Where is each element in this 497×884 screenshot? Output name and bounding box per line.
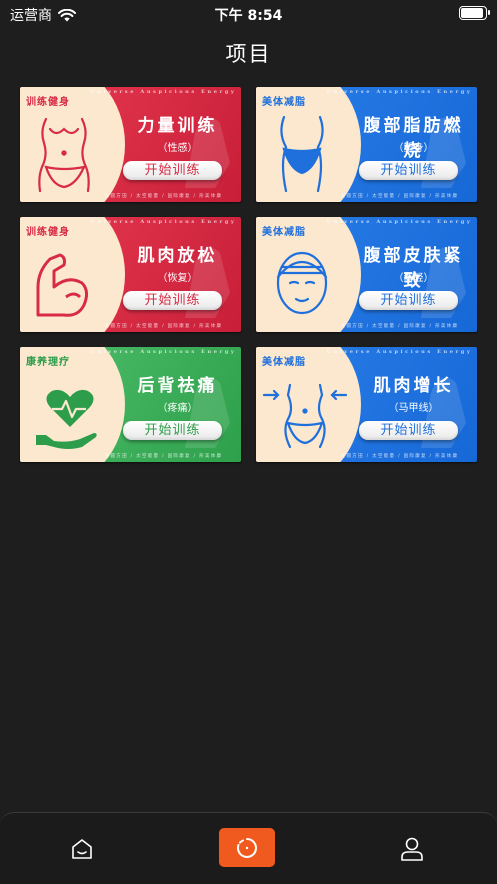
card-back-pain-relief[interactable]: 康养理疗 Universe Auspicious Energy 后背祛痛 （疼痛… — [20, 347, 241, 462]
start-training-button[interactable]: 开始训练 — [359, 421, 458, 440]
card-subtitle: （塑身） — [393, 143, 434, 154]
page-title: 项目 — [225, 42, 272, 66]
tab-training[interactable] — [219, 828, 275, 867]
card-footer: 天圆方田 / 太空能量 / 国际康复 / 形美体康 — [340, 454, 459, 459]
card-title: 肌肉增长 — [373, 376, 454, 396]
card-tag: 康养理疗 — [26, 357, 70, 368]
card-subtitle: （马甲线） — [388, 403, 439, 414]
start-training-button[interactable]: 开始训练 — [123, 291, 222, 310]
card-english-slogan: Universe Auspicious Energy — [90, 219, 237, 225]
slim-waist-icon — [262, 383, 348, 449]
female-torso-icon — [38, 117, 90, 193]
card-tag: 训练健身 — [26, 227, 70, 238]
card-english-slogan: Universe Auspicious Energy — [326, 349, 473, 355]
heart-hand-icon — [36, 389, 97, 449]
card-tag: 美体减脂 — [262, 97, 306, 108]
card-title: 力量训练 — [137, 116, 218, 136]
card-subtitle: （疼痛） — [157, 403, 198, 414]
card-belly-skin-tightening[interactable]: 美体减脂 Universe Auspicious Energy 腹部皮肤紧致 （… — [256, 217, 477, 332]
user-icon — [401, 837, 423, 861]
start-training-button[interactable]: 开始训练 — [123, 421, 222, 440]
card-title: 后背祛痛 — [137, 376, 218, 396]
flexed-arm-icon — [36, 253, 89, 317]
card-english-slogan: Universe Auspicious Energy — [90, 89, 237, 95]
bottom-tab-bar — [0, 812, 497, 884]
face-mask-icon — [276, 251, 328, 315]
card-subtitle: （性感） — [157, 143, 198, 154]
card-english-slogan: Universe Auspicious Energy — [326, 219, 473, 225]
tab-home[interactable] — [64, 831, 100, 867]
tab-profile[interactable] — [394, 831, 430, 867]
home-icon — [72, 839, 92, 859]
card-footer: 天圆方田 / 太空能量 / 国际康复 / 形美体康 — [104, 194, 223, 199]
card-english-slogan: Universe Auspicious Energy — [90, 349, 237, 355]
card-title: 肌肉放松 — [137, 246, 218, 266]
card-belly-fat-burning[interactable]: 美体减脂 Universe Auspicious Energy 腹部脂肪燃烧 （… — [256, 87, 477, 202]
card-tag: 训练健身 — [26, 97, 70, 108]
status-bar: 运营商 下午 8:54 — [0, 0, 497, 26]
status-time: 下午 8:54 — [214, 8, 283, 24]
card-footer: 天圆方田 / 太空能量 / 国际康复 / 形美体康 — [340, 324, 459, 329]
card-muscle-growth[interactable]: 美体减脂 Universe Auspicious Energy 肌肉增长 （马甲… — [256, 347, 477, 462]
battery-icon — [459, 6, 490, 20]
card-tag: 美体减脂 — [262, 227, 306, 238]
card-footer: 天圆方田 / 太空能量 / 国际康复 / 形美体康 — [340, 194, 459, 199]
start-training-button[interactable]: 开始训练 — [123, 161, 222, 180]
card-subtitle: （恢复） — [157, 273, 198, 284]
card-footer: 天圆方田 / 太空能量 / 国际康复 / 形美体康 — [104, 454, 223, 459]
waist-underwear-icon — [280, 115, 324, 193]
start-training-button[interactable]: 开始训练 — [359, 291, 458, 310]
refresh-icon — [237, 837, 257, 858]
card-muscle-relaxation[interactable]: 训练健身 Universe Auspicious Energy 肌肉放松 （恢复… — [20, 217, 241, 332]
card-footer: 天圆方田 / 太空能量 / 国际康复 / 形美体康 — [104, 324, 223, 329]
start-training-button[interactable]: 开始训练 — [359, 161, 458, 180]
card-subtitle: （年轻） — [393, 273, 434, 284]
card-strength-training[interactable]: 训练健身 Universe Auspicious Energy 力量训练 （性感… — [20, 87, 241, 202]
card-english-slogan: Universe Auspicious Energy — [326, 89, 473, 95]
card-tag: 美体减脂 — [262, 357, 306, 368]
